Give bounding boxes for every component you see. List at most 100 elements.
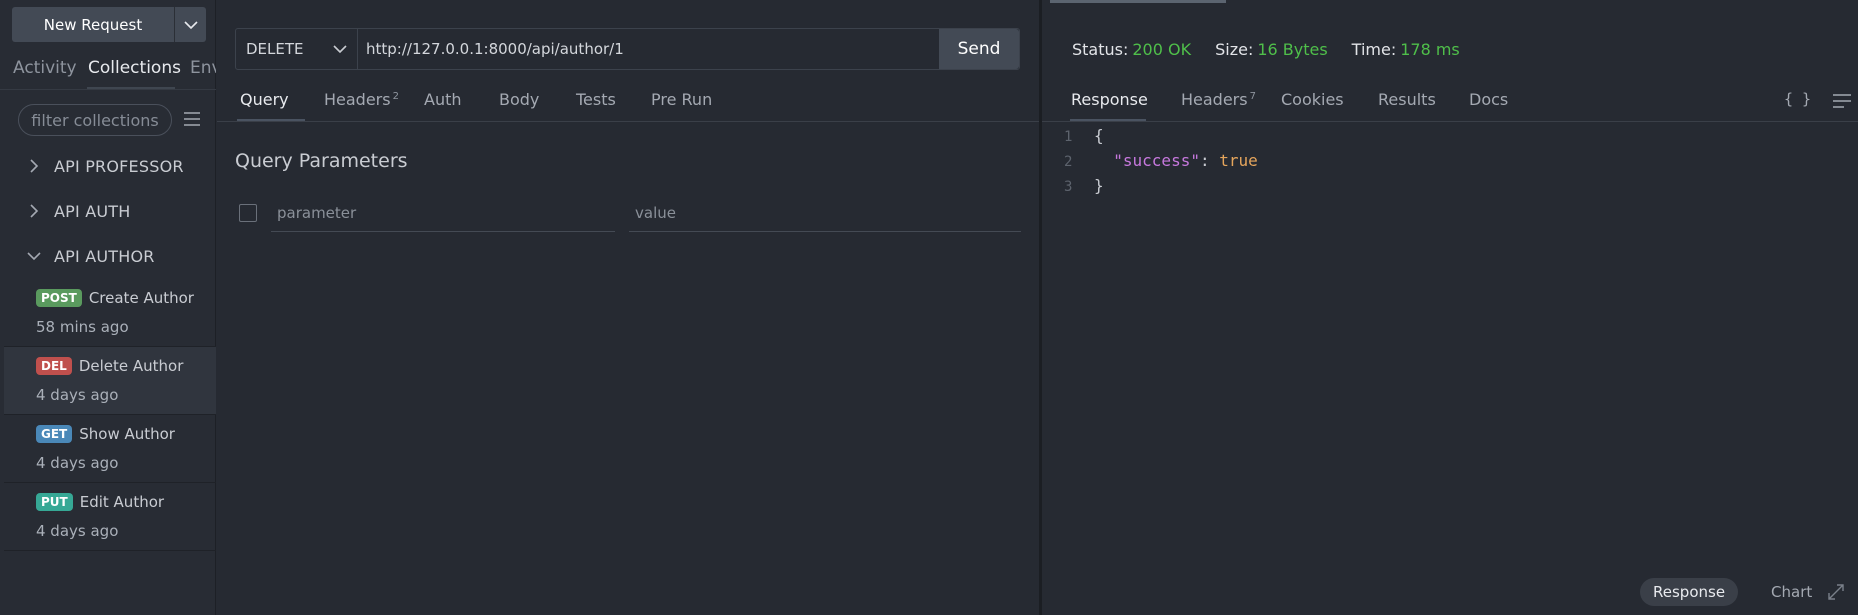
request-time: 4 days ago <box>36 386 119 404</box>
code-line: 3} <box>1064 174 1258 199</box>
menu-icon[interactable] <box>182 109 202 129</box>
json-brace: } <box>1094 176 1104 195</box>
request-pane: DELETE Send Query Headers2 Auth Body Tes… <box>217 0 1039 615</box>
tab-pre-run[interactable]: Pre Run <box>651 90 712 109</box>
method-badge-post: POST <box>36 289 82 307</box>
tab-headers[interactable]: Headers 2 <box>324 90 399 109</box>
tab-auth[interactable]: Auth <box>424 90 462 109</box>
method-badge-del: DEL <box>36 357 72 375</box>
tab-label: Headers <box>1181 90 1248 109</box>
chevron-right-icon <box>30 159 39 173</box>
tab-cookies[interactable]: Cookies <box>1281 90 1344 109</box>
request-name: Delete Author <box>78 357 184 375</box>
time-value: 178 ms <box>1400 40 1460 59</box>
tab-activity[interactable]: Activity <box>13 58 77 78</box>
line-number: 3 <box>1064 179 1073 195</box>
request-time: 58 mins ago <box>36 318 129 336</box>
tab-response[interactable]: Response <box>1071 90 1148 109</box>
chevron-down-icon <box>183 20 198 29</box>
active-tab-indicator <box>87 87 175 89</box>
request-item-edit-author[interactable]: PUT Edit Author 4 days ago <box>4 483 216 551</box>
response-view-tabs: Response Chart <box>1640 577 1845 607</box>
folder-api-professor[interactable]: API PROFESSOR <box>0 146 216 186</box>
tab-collections[interactable]: Collections <box>88 58 181 78</box>
active-tab-indicator <box>237 119 305 121</box>
json-key: "success" <box>1113 151 1200 170</box>
tab-count: 7 <box>1249 90 1256 102</box>
parameter-input[interactable]: parameter <box>271 200 615 232</box>
request-name: Edit Author <box>79 493 165 511</box>
method-badge-put: PUT <box>36 493 73 511</box>
request-item-delete-author[interactable]: DEL Delete Author 4 days ago <box>4 347 216 415</box>
method-badge-get: GET <box>36 425 73 443</box>
parameter-placeholder: parameter <box>277 204 357 222</box>
folder-name: API PROFESSOR <box>54 156 184 176</box>
line-number: 1 <box>1064 129 1073 145</box>
code-line: 1{ <box>1064 124 1258 149</box>
tab-label: Query <box>240 90 289 109</box>
time-label: Time: <box>1351 40 1397 59</box>
tab-env[interactable]: Env <box>190 58 216 78</box>
folder-api-auth[interactable]: API AUTH <box>0 191 216 231</box>
query-parameters-title: Query Parameters <box>235 150 408 172</box>
word-wrap-icon[interactable] <box>1832 92 1852 110</box>
method-select[interactable]: DELETE <box>236 29 358 69</box>
request-name: Create Author <box>88 289 194 307</box>
folder-name: API AUTHOR <box>54 246 155 266</box>
request-tabs: Query Headers 2 Auth Body Tests Pre Run <box>217 84 1039 122</box>
size-label: Size: <box>1215 40 1254 59</box>
sidebar-tabs: Activity Collections Env <box>0 54 216 90</box>
url-bar: DELETE Send <box>235 28 1020 70</box>
new-request-button[interactable]: New Request <box>12 7 206 42</box>
tab-label: Response <box>1071 90 1148 109</box>
new-request-dropdown[interactable] <box>174 7 206 42</box>
tab-body[interactable]: Body <box>499 90 539 109</box>
line-number: 2 <box>1064 154 1073 170</box>
tab-tests[interactable]: Tests <box>576 90 616 109</box>
tab-label: Body <box>499 90 540 109</box>
request-time: 4 days ago <box>36 522 119 540</box>
param-checkbox[interactable] <box>239 204 257 222</box>
json-value: true <box>1219 151 1258 170</box>
expand-icon[interactable] <box>1826 582 1846 602</box>
folder-api-author[interactable]: API AUTHOR <box>0 236 216 276</box>
view-tab-response[interactable]: Response <box>1640 578 1739 606</box>
braces-icon[interactable]: { } <box>1784 90 1811 108</box>
request-item-create-author[interactable]: POST Create Author 58 mins ago <box>4 279 216 347</box>
tab-count: 2 <box>392 90 399 102</box>
size-value: 16 Bytes <box>1257 40 1328 59</box>
tab-query[interactable]: Query <box>240 90 289 109</box>
tab-response-headers[interactable]: Headers 7 <box>1181 90 1256 109</box>
active-tab-indicator <box>1070 119 1146 121</box>
view-tab-chart[interactable]: Chart <box>1758 578 1825 606</box>
folder-name: API AUTH <box>54 201 131 221</box>
tab-label: Headers <box>324 90 391 109</box>
filter-collections-input[interactable]: filter collections <box>18 104 172 136</box>
status-value: 200 OK <box>1132 40 1192 59</box>
response-body: 1{ 2 "success": true 3} <box>1064 124 1258 199</box>
request-time: 4 days ago <box>36 454 119 472</box>
response-tabs: Response Headers 7 Cookies Results Docs {… <box>1042 84 1858 122</box>
json-brace: { <box>1094 126 1104 145</box>
value-input[interactable]: value <box>629 200 1021 232</box>
code-line: 2 "success": true <box>1064 149 1258 174</box>
tab-results[interactable]: Results <box>1378 90 1436 109</box>
send-button[interactable]: Send <box>939 29 1019 69</box>
tab-docs[interactable]: Docs <box>1469 90 1508 109</box>
method-value: DELETE <box>246 40 304 58</box>
tab-label: Results <box>1378 90 1436 109</box>
active-tab-accent <box>1050 0 1226 3</box>
response-pane: Status: 200 OK Size: 16 Bytes Time: 178 … <box>1042 0 1858 615</box>
sidebar: New Request Activity Collections Env fil… <box>0 0 216 615</box>
app-window: New Request Activity Collections Env fil… <box>0 0 1858 615</box>
chevron-right-icon <box>30 204 39 218</box>
request-item-show-author[interactable]: GET Show Author 4 days ago <box>4 415 216 483</box>
tab-label: Tests <box>576 90 616 109</box>
chevron-down-icon <box>27 252 41 261</box>
new-request-label: New Request <box>43 15 143 34</box>
tab-label: Pre Run <box>651 90 713 109</box>
tab-label: Auth <box>424 90 462 109</box>
tab-label: Docs <box>1469 90 1509 109</box>
filter-placeholder: filter collections <box>31 110 159 130</box>
url-input[interactable] <box>358 29 939 69</box>
